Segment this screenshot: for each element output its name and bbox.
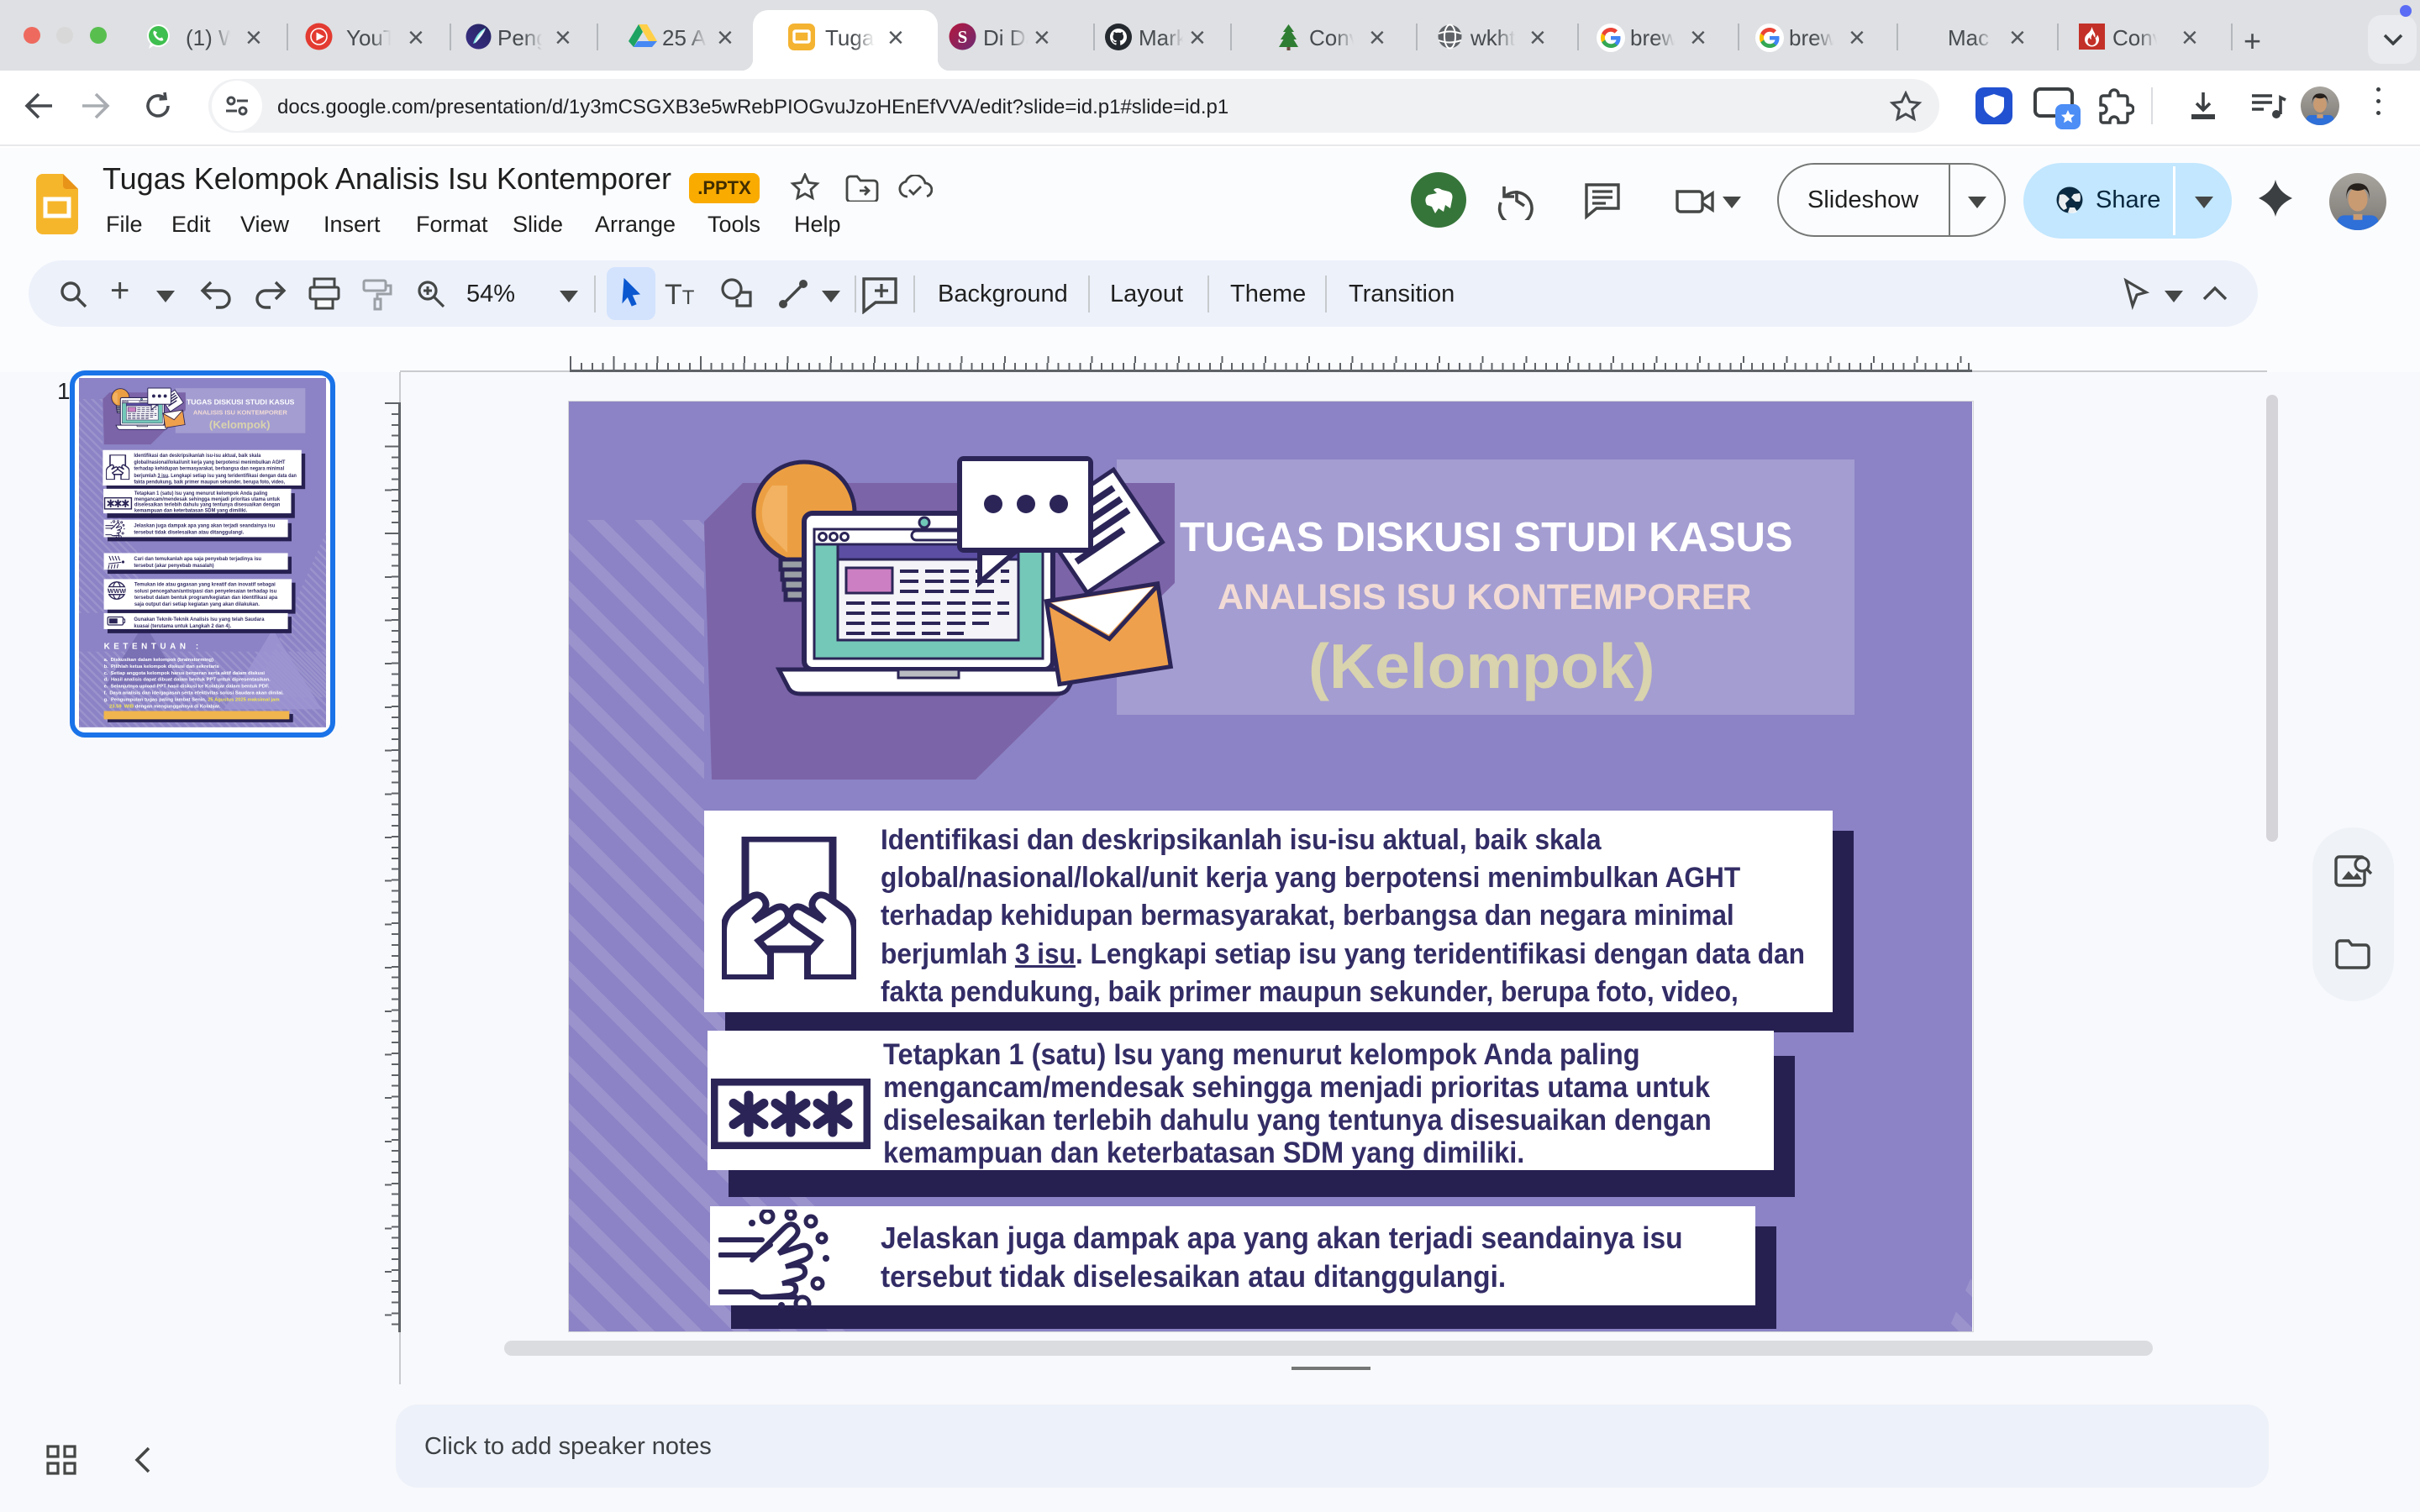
svg-text:S: S — [958, 27, 968, 47]
svg-text:WWW: WWW — [108, 587, 125, 595]
